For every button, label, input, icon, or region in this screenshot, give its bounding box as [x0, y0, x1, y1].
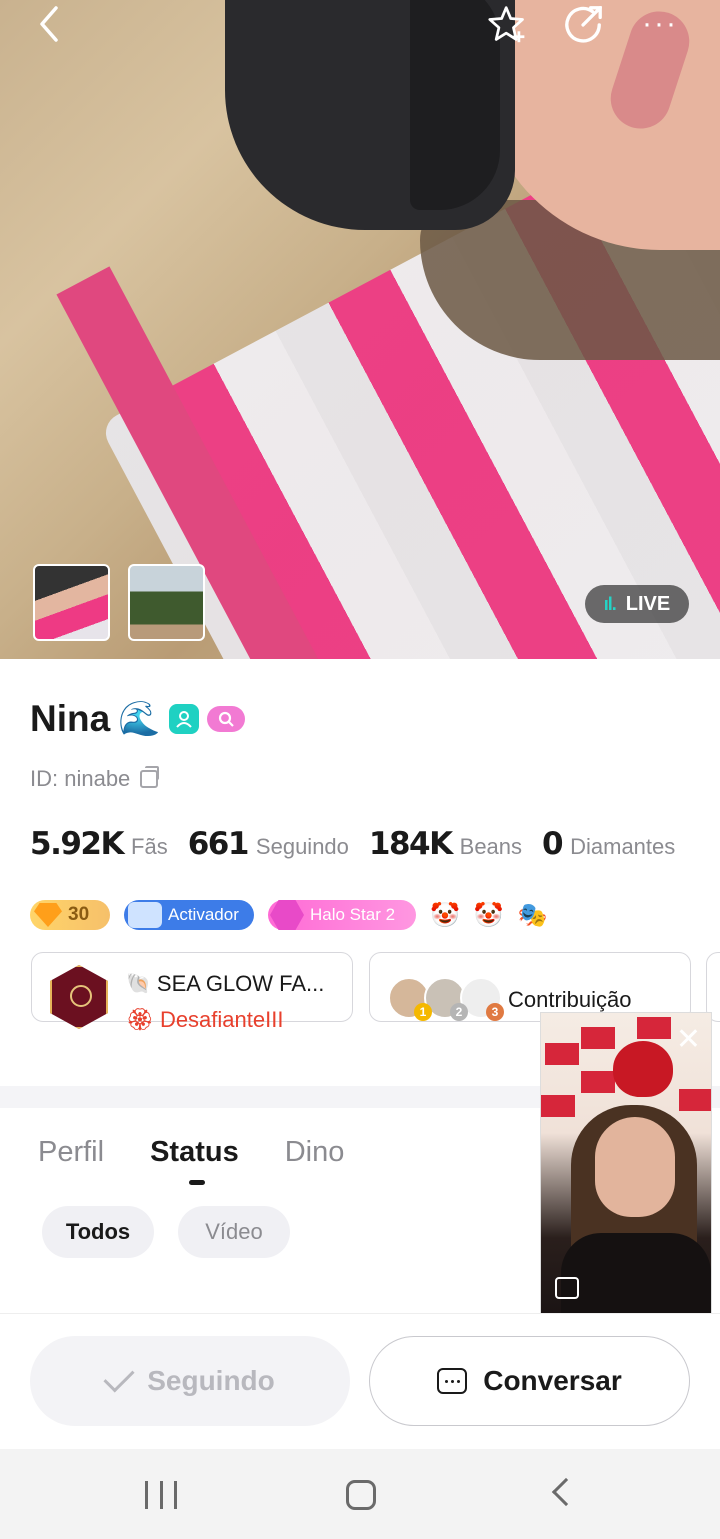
profile-tabs: Perfil Status Dino [38, 1136, 344, 1169]
halo-label: Halo Star 2 [310, 905, 396, 924]
magnifier-icon [218, 711, 234, 727]
activator-label: Activador [168, 905, 239, 924]
close-icon[interactable]: ✕ [676, 1025, 701, 1055]
fans-label[interactable]: Fãs [131, 834, 168, 860]
profile-id-row[interactable]: ID: ninabe [30, 766, 160, 792]
carnival-mask-icon[interactable]: 🎭 [518, 901, 548, 930]
family-card[interactable]: 🐚 SEA GLOW FA... 🏵 DesafianteIII [31, 952, 353, 1032]
system-nav-bar [0, 1449, 720, 1539]
chat-button[interactable]: Conversar [369, 1336, 690, 1426]
pip-body [561, 1233, 711, 1313]
wave-emoji: 🌊 [118, 700, 161, 738]
tab-status[interactable]: Status [150, 1136, 239, 1169]
speaker-icon[interactable] [555, 1277, 579, 1299]
filter-video[interactable]: Vídeo [178, 1206, 290, 1258]
rank-badge-3: 3 [486, 1003, 504, 1021]
more-options-button[interactable]: ··· [640, 4, 680, 44]
activator-icon [128, 902, 162, 928]
family-name: SEA GLOW FA... [156, 971, 325, 996]
chat-button-label: Conversar [483, 1365, 622, 1396]
live-preview-pip[interactable]: ✕ [540, 1012, 712, 1314]
copy-icon[interactable] [140, 766, 160, 788]
chat-bubble-icon [437, 1368, 468, 1394]
favorite-button[interactable] [488, 4, 528, 44]
rank-badge-2: 2 [450, 1003, 468, 1021]
live-label: LIVE [625, 592, 671, 615]
contribution-label: Contribuição [508, 987, 632, 1012]
fans-count[interactable]: 5.92K [30, 826, 125, 862]
filter-chips: Todos Vídeo [42, 1206, 290, 1258]
profile-photo[interactable]: ··· ıl. LIVE [0, 0, 720, 659]
diamonds-label[interactable]: Diamantes [570, 834, 675, 860]
person-icon [175, 711, 192, 728]
diamonds-count[interactable]: 0 [542, 826, 564, 862]
pip-decor-envelope [637, 1017, 671, 1039]
live-bars-icon: ıl. [603, 593, 617, 614]
check-icon [103, 1361, 135, 1393]
family-rank: DesafianteIII [159, 1007, 284, 1032]
halo-icon [270, 900, 304, 930]
beans-count[interactable]: 184K [369, 826, 453, 862]
following-button[interactable]: Seguindo [30, 1336, 350, 1426]
recent-apps-icon[interactable] [145, 1481, 177, 1509]
tab-dino[interactable]: Dino [285, 1136, 345, 1169]
pip-decor-envelope [581, 1027, 615, 1049]
filter-todos[interactable]: Todos [42, 1206, 154, 1258]
photo-thumbnail-2[interactable] [128, 564, 205, 641]
pip-decor-envelope [545, 1043, 579, 1065]
activator-badge[interactable]: Activador [124, 900, 254, 930]
profile-name: Nina [30, 698, 111, 739]
level-badge[interactable]: 30 [30, 900, 110, 930]
pip-decor-envelope [679, 1089, 711, 1111]
clown-medal-icon[interactable]: 🤡 [430, 901, 460, 930]
action-bar: Seguindo Conversar [0, 1313, 720, 1449]
beans-label[interactable]: Beans [460, 834, 522, 860]
contributor-avatars: 1 2 3 [388, 977, 504, 1023]
clown-face-icon[interactable]: 🤡 [474, 901, 504, 930]
more-dots-icon: ··· [642, 7, 678, 40]
level-value: 30 [68, 904, 90, 925]
photo-cap-brim [410, 0, 500, 210]
pip-face [595, 1117, 675, 1217]
back-nav-icon[interactable] [551, 1477, 581, 1507]
profile-id: ID: ninabe [30, 766, 131, 791]
star-plus-icon [488, 6, 525, 43]
family-logo-icon [50, 965, 108, 1029]
profile-name-row: Nina 🌊 [30, 698, 245, 740]
rank-badge-1: 1 [414, 1003, 432, 1021]
share-button[interactable] [564, 4, 604, 44]
halo-star-badge[interactable]: Halo Star 2 [268, 900, 416, 930]
diamond-icon [34, 903, 62, 927]
pip-heart-balloon [613, 1041, 673, 1097]
family-logo-emblem [70, 985, 92, 1007]
tab-perfil[interactable]: Perfil [38, 1136, 104, 1169]
shell-emoji: 🐚 [126, 973, 151, 995]
user-badge-icon[interactable] [168, 704, 199, 734]
following-count[interactable]: 661 [188, 826, 250, 862]
family-name-row: 🐚 SEA GLOW FA... [126, 971, 324, 997]
following-button-label: Seguindo [147, 1365, 275, 1396]
profile-stats: 5.92K Fãs 661 Seguindo 184K Beans 0 Diam… [30, 826, 687, 862]
home-icon[interactable] [346, 1480, 376, 1510]
pip-decor-envelope [541, 1095, 575, 1117]
share-icon [565, 6, 602, 43]
active-tab-indicator [189, 1180, 205, 1185]
photo-thumbnail-1[interactable] [33, 564, 110, 641]
chevron-left-icon [40, 6, 58, 42]
family-rank-row: 🏵 DesafianteIII [126, 1007, 283, 1033]
following-label[interactable]: Seguindo [256, 834, 349, 860]
search-badge-icon[interactable] [206, 706, 245, 732]
pip-decor-envelope [581, 1071, 615, 1093]
live-badge[interactable]: ıl. LIVE [585, 585, 689, 623]
badges-row: 30 Activador Halo Star 2 🤡 🤡 🎭 [30, 900, 548, 930]
rank-emblem-emoji: 🏵 [126, 1007, 154, 1032]
back-button[interactable] [30, 4, 70, 44]
